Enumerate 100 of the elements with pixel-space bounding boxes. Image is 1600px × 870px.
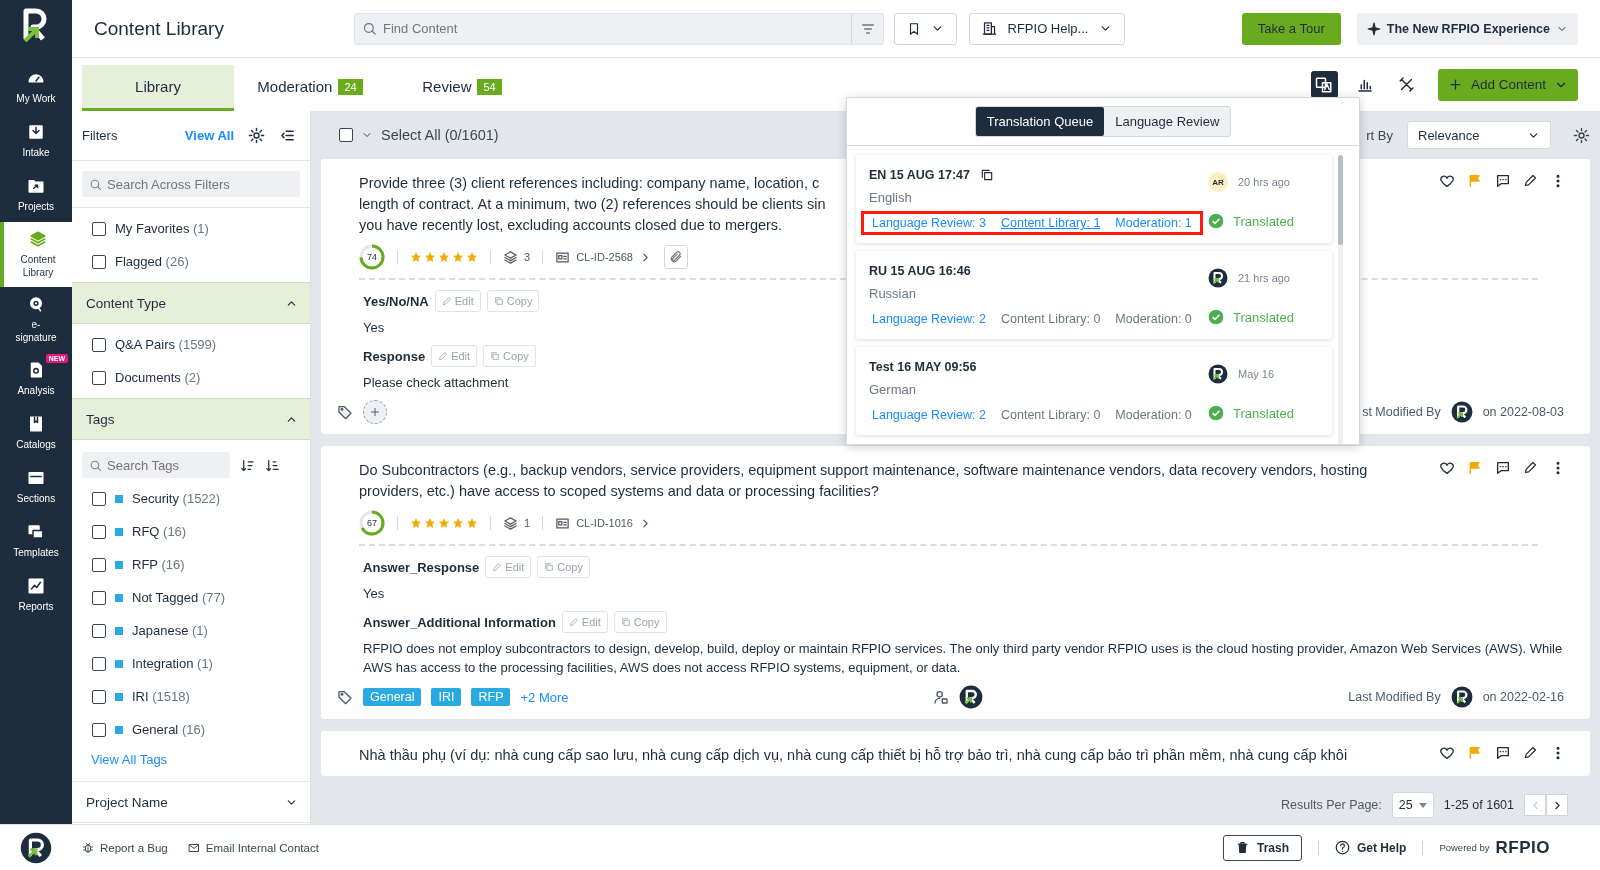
popup-tab[interactable]: Translation Queue — [975, 107, 1105, 136]
filter-option[interactable]: My Favorites (1) — [115, 221, 209, 236]
tag-option[interactable]: Not Tagged (77) — [132, 590, 225, 605]
settings-icon[interactable] — [1573, 126, 1590, 144]
content-id[interactable]: CL-ID-1016 — [576, 517, 633, 529]
count-link[interactable]: Moderation: 1 — [1115, 216, 1192, 230]
checkbox[interactable] — [92, 557, 106, 572]
checkbox[interactable] — [339, 128, 353, 142]
star-icon — [466, 517, 478, 529]
check-circle-icon — [1208, 309, 1224, 325]
select-all-label[interactable]: Select All (0/1601) — [381, 127, 499, 143]
search-field[interactable]: Find Content — [354, 12, 884, 45]
experience-button[interactable]: The New RFPIO Experience — [1356, 12, 1578, 45]
sort-dropdown[interactable]: Relevance — [1407, 121, 1551, 149]
tab[interactable]: Review 54 — [386, 65, 538, 111]
tag-option[interactable]: IRI (1518) — [132, 689, 190, 704]
checkbox[interactable] — [92, 254, 106, 269]
heart-icon[interactable] — [1439, 460, 1455, 476]
tab[interactable]: Moderation 24 — [234, 65, 386, 111]
score-value: 74 — [367, 252, 377, 262]
layers-icon — [503, 249, 518, 265]
tag-option[interactable]: RFP (16) — [132, 557, 185, 572]
queue-card[interactable]: RU 15 AUG 16:46 Russian Language Review: 2 Content Library: 0 Moderation: 0 21 hrs ago Translated — [856, 251, 1332, 339]
nav-item[interactable]: Intake — [0, 114, 72, 168]
checkbox[interactable] — [92, 337, 106, 352]
get-help-link[interactable]: Get Help — [1335, 840, 1407, 855]
sort-icon[interactable] — [240, 457, 255, 473]
nav-item[interactable]: Templates — [0, 514, 72, 568]
modified-label: Last Modified By — [1348, 690, 1441, 704]
pencil-icon[interactable] — [1523, 745, 1538, 760]
tag-color-mark — [115, 659, 123, 668]
filter-option[interactable]: Documents (2) — [115, 370, 201, 385]
pencil-icon — [492, 562, 503, 572]
scrollbar[interactable] — [1338, 155, 1343, 444]
logo-icon[interactable] — [23, 8, 49, 42]
next-page-button[interactable] — [1546, 794, 1568, 816]
checkbox[interactable] — [92, 623, 106, 638]
tag-option[interactable]: Japanese (1) — [132, 623, 208, 638]
footer-link[interactable]: Report a Bug — [82, 841, 168, 854]
popup-tab[interactable]: Language Review — [1104, 107, 1231, 136]
queue-card[interactable]: Test 16 MAY 09:56 German Language Review: 2 Content Library: 0 Moderation: 0 May 16 Translated — [856, 347, 1332, 435]
tag-search-field[interactable]: Search Tags — [82, 452, 230, 478]
checkbox[interactable] — [92, 689, 106, 704]
page-range: 1-25 of 1601 — [1443, 798, 1514, 812]
workspace-dropdown[interactable]: RFPIO Help... — [969, 12, 1125, 45]
checkbox[interactable] — [92, 590, 106, 605]
tag-option[interactable]: Integration (1) — [132, 656, 213, 671]
settings-icon[interactable] — [248, 127, 265, 144]
section-header[interactable]: Project Name — [72, 781, 310, 823]
nav-item[interactable]: Reports — [0, 568, 72, 622]
status-label: Translated — [1233, 213, 1294, 229]
tag-icon[interactable] — [337, 689, 353, 705]
filter-option[interactable]: Q&A Pairs (1599) — [115, 337, 217, 352]
tag-color-mark — [115, 692, 123, 701]
nav-item[interactable]: My Work — [0, 60, 72, 114]
tag-icon[interactable] — [337, 404, 353, 420]
heart-icon[interactable] — [1439, 745, 1455, 761]
translate-button[interactable] — [1310, 71, 1338, 98]
sort-icon[interactable] — [265, 457, 280, 473]
pencil-icon[interactable] — [1523, 173, 1538, 188]
attachment-button[interactable] — [664, 245, 688, 269]
checkbox[interactable] — [92, 370, 106, 385]
score-ring — [359, 244, 385, 270]
checkbox[interactable] — [92, 221, 106, 236]
content-id[interactable]: CL-ID-2568 — [576, 251, 633, 263]
trash-button[interactable]: Trash — [1223, 834, 1303, 861]
tab[interactable]: Library — [82, 65, 234, 111]
nav-item[interactable]: e-signature — [0, 287, 72, 352]
nav-item[interactable]: Content Library — [0, 222, 72, 287]
modified-date: on 2022-02-16 — [1482, 690, 1564, 704]
pencil-icon[interactable] — [1523, 460, 1538, 475]
checkbox[interactable] — [92, 722, 106, 737]
tag-option[interactable]: General (16) — [132, 722, 205, 737]
copy-icon[interactable] — [980, 168, 994, 182]
per-page-dropdown[interactable]: 25 — [1391, 792, 1434, 818]
building-icon — [982, 21, 997, 36]
checkbox[interactable] — [92, 491, 106, 506]
add-content-button[interactable]: Add Content — [1437, 68, 1578, 101]
pencil-icon — [438, 351, 449, 361]
section-header[interactable]: Content Type — [72, 282, 310, 324]
nav-item[interactable]: Sections — [0, 460, 72, 514]
checkbox[interactable] — [92, 524, 106, 539]
avatar: AR — [1208, 172, 1228, 192]
footer-link[interactable]: Email Internal Contact — [187, 841, 319, 854]
section-header[interactable]: Tags — [72, 398, 310, 440]
comment-icon[interactable] — [1495, 173, 1511, 189]
nav-item[interactable]: Projects — [0, 168, 72, 222]
tag-option[interactable]: RFQ (16) — [132, 524, 187, 539]
language-label: German — [869, 382, 917, 397]
tag-option[interactable]: Security (1522) — [132, 491, 221, 506]
checkbox[interactable] — [92, 656, 106, 671]
heart-icon[interactable] — [1439, 173, 1455, 189]
nav-item[interactable]: Catalogs — [0, 406, 72, 460]
filter-option[interactable]: Flagged (26) — [115, 254, 189, 269]
take-tour-button[interactable]: Take a Tour — [1241, 12, 1341, 45]
comment-icon[interactable] — [1495, 745, 1511, 761]
comment-icon[interactable] — [1495, 460, 1511, 476]
filter-search-field[interactable]: Search Across Filters — [82, 171, 300, 197]
bookmark-dropdown[interactable] — [894, 12, 957, 45]
queue-card[interactable]: EN 15 AUG 17:47 English Language Review: 3 Content Library: 1 Moderation: 1 AR 20 hrs ago Translated — [856, 155, 1332, 243]
